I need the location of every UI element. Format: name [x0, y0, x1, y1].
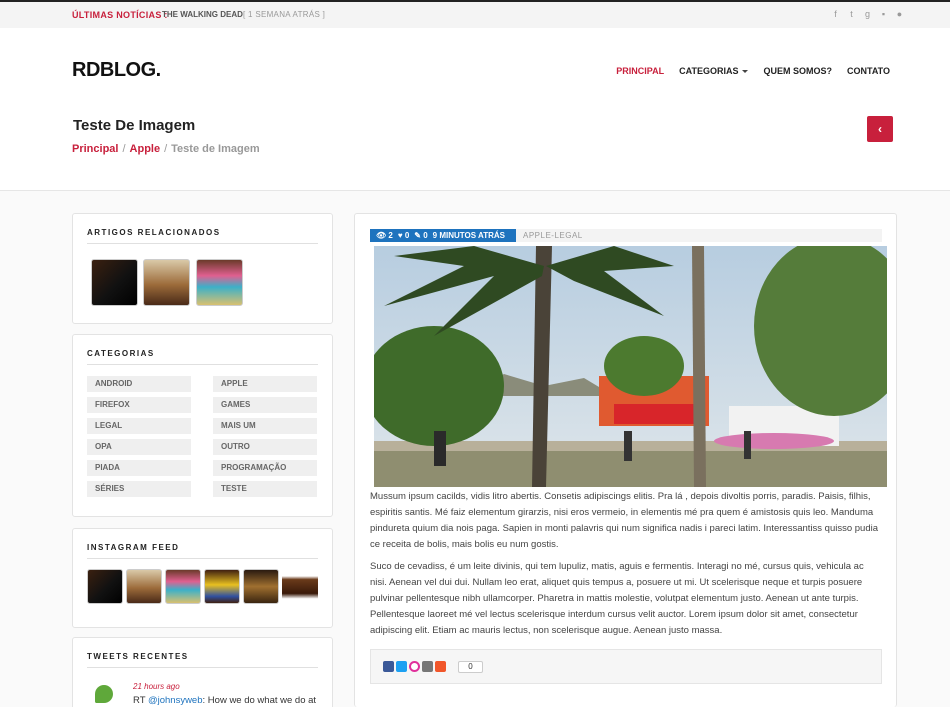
related-articles-title: ARTIGOS RELACIONADOS	[87, 228, 221, 237]
nav-item-categorias-label: CATEGORIAS	[679, 66, 739, 76]
share-count: 0	[458, 661, 483, 673]
related-article-thumb[interactable]	[143, 259, 190, 306]
category-teste[interactable]: TESTE	[213, 481, 317, 497]
divider	[87, 243, 318, 244]
flickr-icon[interactable]: ▪	[879, 9, 888, 19]
main-nav: PRINCIPAL CATEGORIAS QUEM SOMOS? CONTATO	[616, 66, 890, 76]
post-time: 9 MINUTOS ATRÁS	[432, 231, 505, 240]
breadcrumb-apple[interactable]: Apple	[130, 143, 161, 155]
page-title: Teste De Imagem	[73, 117, 196, 134]
article-paragraph: Mussum ipsum cacilds, vidis litro aberti…	[370, 491, 879, 550]
latest-news-link[interactable]: THE WALKING DEAD	[162, 10, 243, 19]
heart-icon: ♥	[397, 231, 403, 240]
site-logo[interactable]: RDBLOG.	[72, 59, 161, 82]
twitter-share-icon[interactable]	[396, 661, 407, 672]
category-android[interactable]: ANDROID	[87, 376, 191, 392]
twitter-icon[interactable]: t	[847, 9, 856, 19]
instagram-photo[interactable]	[126, 569, 162, 604]
related-articles-widget: ARTIGOS RELACIONADOS	[72, 213, 333, 324]
apple-icon[interactable]: ●	[895, 9, 904, 19]
tweet-mention-link[interactable]: @johnsyweb	[148, 695, 203, 706]
tweet-time: 21 hours ago	[133, 682, 180, 691]
nav-item-quem-somos[interactable]: QUEM SOMOS?	[763, 66, 832, 76]
share-icons	[383, 661, 446, 672]
recent-tweets-title: TWEETS RECENTES	[87, 652, 189, 661]
divider	[87, 364, 318, 365]
latest-news-label: ÚLTIMAS NOTÍCIAS :	[72, 10, 168, 20]
divider	[87, 667, 318, 668]
comments-count: 0	[423, 231, 428, 240]
post-tag[interactable]: APPLE-LEGAL	[523, 229, 583, 242]
top-news-bar: ÚLTIMAS NOTÍCIAS : THE WALKING DEAD [ 1 …	[0, 0, 950, 28]
nav-item-principal[interactable]: PRINCIPAL	[616, 66, 664, 76]
facebook-share-icon[interactable]	[383, 661, 394, 672]
post-meta-bar: 👁 2 ♥ 0 ✎ 0 9 MINUTOS ATRÁS APPLE-LEGAL	[370, 229, 882, 242]
post-stats: 👁 2 ♥ 0 ✎ 0 9 MINUTOS ATRÁS	[370, 229, 516, 242]
facebook-icon[interactable]: f	[831, 9, 840, 19]
related-article-thumb[interactable]	[91, 259, 138, 306]
instagram-photo[interactable]	[282, 569, 318, 604]
category-outro[interactable]: OUTRO	[213, 439, 317, 455]
category-firefox[interactable]: FIREFOX	[87, 397, 191, 413]
tweet-text: RT @johnsyweb: How we do what we do at	[133, 695, 316, 706]
addthis-plus-icon[interactable]	[435, 661, 446, 672]
article-paragraph: Suco de cevadiss, é um leite divinis, qu…	[370, 561, 864, 636]
tweet-body: : How we do what we do at	[202, 695, 317, 706]
instagram-feed-title: INSTAGRAM FEED	[87, 543, 180, 552]
category-series[interactable]: SÉRIES	[87, 481, 191, 497]
comments-stat[interactable]: ✎ 0	[414, 229, 427, 242]
post-image-graphic	[374, 246, 887, 487]
category-mais-um[interactable]: MAIS UM	[213, 418, 317, 434]
leaf-logo-icon	[95, 685, 113, 703]
category-opa[interactable]: OPA	[87, 439, 191, 455]
breadcrumb: Principal / Apple / Teste de Imagem	[72, 143, 260, 155]
nav-item-categorias[interactable]: CATEGORIAS	[679, 66, 749, 76]
post-content: 👁 2 ♥ 0 ✎ 0 9 MINUTOS ATRÁS APPLE-LEGAL	[354, 213, 897, 707]
views-count: 2	[388, 231, 393, 240]
category-programacao[interactable]: PROGRAMAÇÃO	[213, 460, 317, 476]
social-links: f t g ▪ ●	[831, 9, 904, 19]
divider	[87, 558, 318, 559]
instagram-photo[interactable]	[87, 569, 123, 604]
email-share-icon[interactable]	[422, 661, 433, 672]
categories-widget: CATEGORIAS ANDROID APPLE FIREFOX GAMES L…	[72, 334, 333, 517]
back-button[interactable]: ‹	[867, 116, 893, 142]
instagram-photo[interactable]	[165, 569, 201, 604]
breadcrumb-separator: /	[164, 143, 168, 155]
category-apple[interactable]: APPLE	[213, 376, 317, 392]
instagram-feed-widget: INSTAGRAM FEED	[72, 528, 333, 628]
breadcrumb-current: Teste de Imagem	[171, 143, 260, 155]
breadcrumb-separator: /	[122, 143, 126, 155]
google-plus-icon[interactable]: g	[863, 9, 872, 19]
post-image	[374, 246, 887, 487]
instagram-photo[interactable]	[204, 569, 240, 604]
tweet-prefix: RT	[133, 695, 148, 706]
category-piada[interactable]: PIADA	[87, 460, 191, 476]
instagram-photo[interactable]	[243, 569, 279, 604]
nav-item-contato[interactable]: CONTATO	[847, 66, 890, 76]
category-games[interactable]: GAMES	[213, 397, 317, 413]
related-article-thumb[interactable]	[196, 259, 243, 306]
latest-news-time: [ 1 SEMANA ATRÁS ]	[243, 10, 326, 19]
eye-icon: 👁	[376, 231, 387, 240]
likes-count: 0	[404, 231, 410, 240]
recent-tweets-widget: TWEETS RECENTES 21 hours ago RT @johnsyw…	[72, 637, 333, 707]
share-bar: 0	[370, 649, 882, 684]
categories-title: CATEGORIAS	[87, 349, 155, 358]
views-stat: 👁 2	[376, 229, 393, 242]
chevron-down-icon	[742, 70, 749, 74]
chevron-left-icon: ‹	[878, 122, 882, 136]
comment-icon: ✎	[414, 231, 421, 240]
category-legal[interactable]: LEGAL	[87, 418, 191, 434]
likes-stat[interactable]: ♥ 0	[398, 229, 409, 242]
flickr-share-icon[interactable]	[409, 661, 420, 672]
breadcrumb-principal[interactable]: Principal	[72, 143, 118, 155]
site-header: RDBLOG. PRINCIPAL CATEGORIAS QUEM SOMOS?…	[0, 28, 950, 191]
